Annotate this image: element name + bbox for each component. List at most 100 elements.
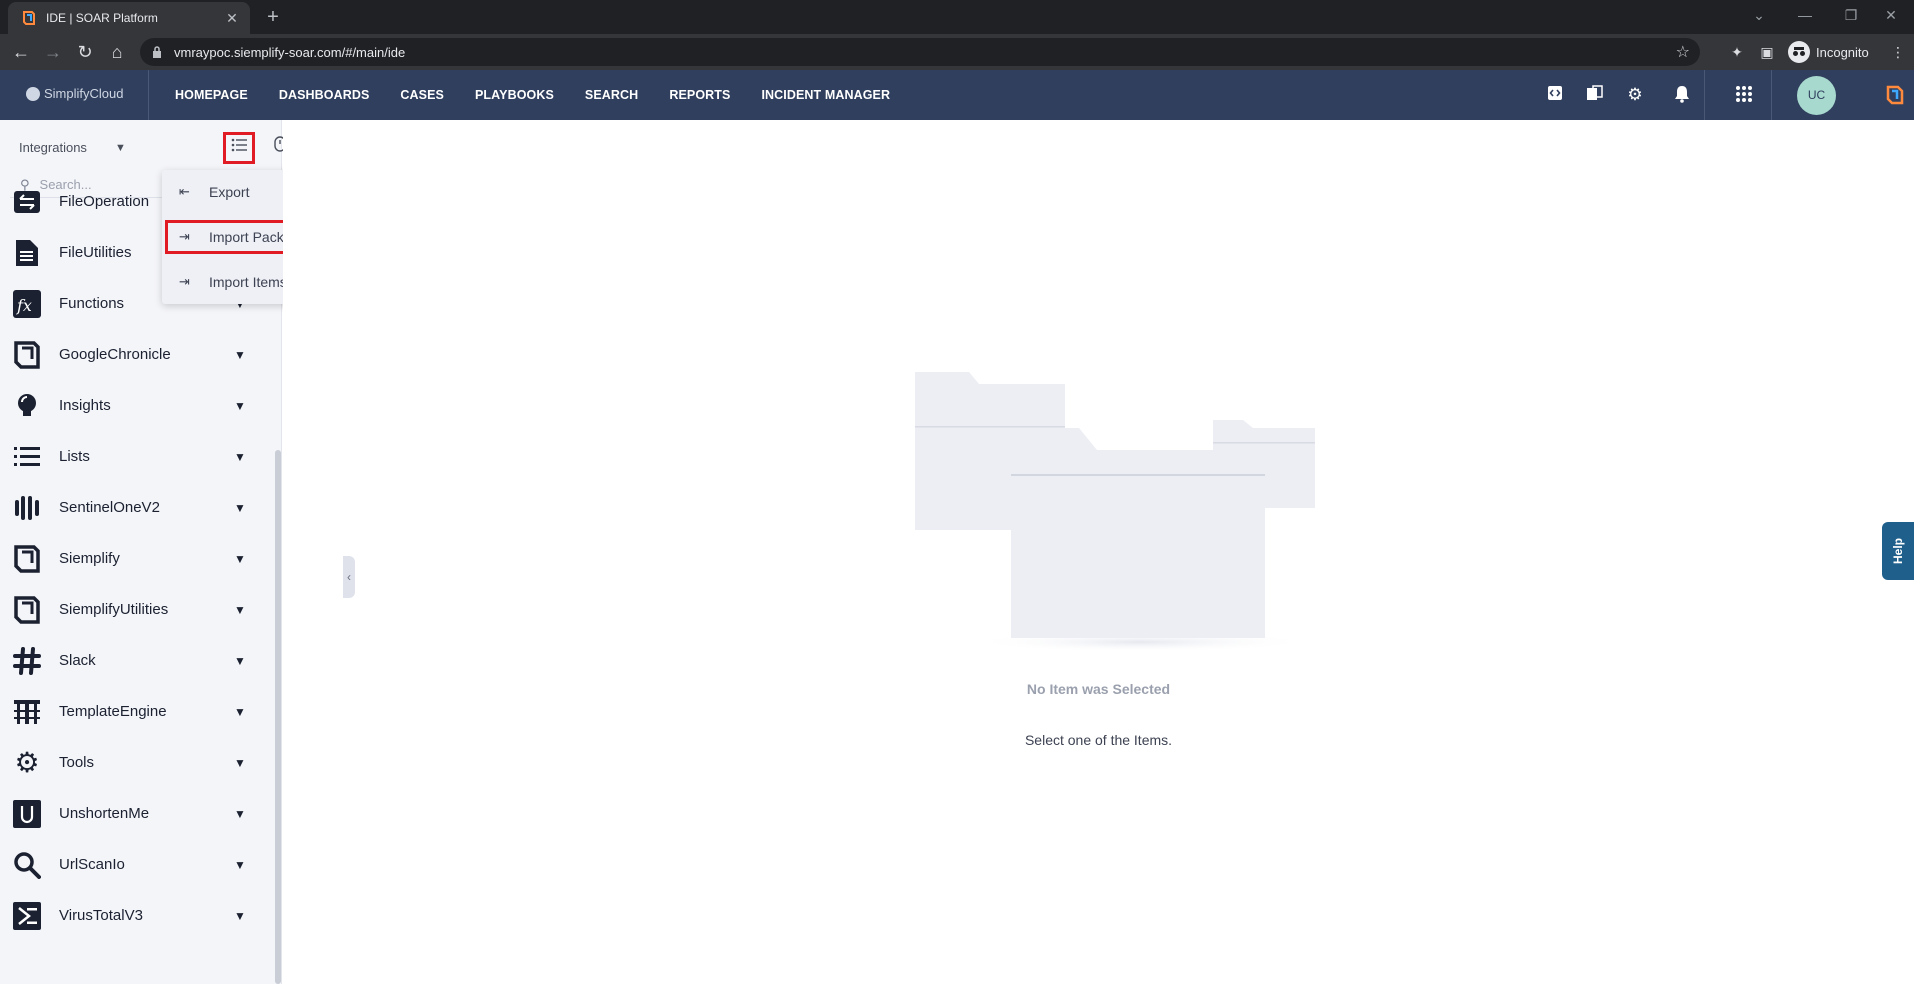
sidebar-item-label: Slack xyxy=(59,652,96,669)
chevron-down-icon[interactable]: ▼ xyxy=(225,909,255,923)
sidebar-item-label: Siemplify xyxy=(59,550,120,567)
template-icon xyxy=(12,697,42,727)
sidebar-item-virustotalv3[interactable]: VirusTotalV3 ▼ xyxy=(0,890,275,941)
url-text: vmraypoc.siemplify-soar.com/#/main/ide xyxy=(174,44,406,60)
siemplify-icon xyxy=(12,544,42,574)
sidebar-item-templateengine[interactable]: TemplateEngine ▼ xyxy=(0,686,275,737)
u-icon xyxy=(12,799,42,829)
chevron-down-icon[interactable]: ▼ xyxy=(225,399,255,413)
chevron-down-icon[interactable]: ▼ xyxy=(225,858,255,872)
new-tab-button[interactable]: + xyxy=(260,4,286,30)
sidebar-item-siemplify[interactable]: Siemplify ▼ xyxy=(0,533,275,584)
logo-text: SimplifyCloud xyxy=(44,86,124,101)
close-window-icon[interactable]: ✕ xyxy=(1868,0,1914,30)
settings-gear-icon[interactable]: ⚙ xyxy=(1624,85,1646,105)
reload-icon[interactable]: ↻ xyxy=(72,39,98,65)
sidebar-item-label: SiemplifyUtilities xyxy=(59,601,169,618)
minimize-icon[interactable]: — xyxy=(1782,0,1828,30)
help-label: Help xyxy=(1890,537,1905,565)
forward-icon[interactable]: → xyxy=(40,39,66,65)
nav-playbooks[interactable]: PLAYBOOKS xyxy=(475,88,554,102)
back-icon[interactable]: ← xyxy=(8,39,34,65)
nav-reports[interactable]: REPORTS xyxy=(669,88,730,102)
nav-cases[interactable]: CASES xyxy=(400,88,444,102)
notifications-bell-icon[interactable] xyxy=(1671,85,1693,105)
sidebar-item-sentinelonev2[interactable]: SentinelOneV2 ▼ xyxy=(0,482,275,533)
chronicle-icon xyxy=(12,340,42,370)
empty-state-subtitle: Select one of the Items. xyxy=(1024,732,1173,748)
list-icon xyxy=(12,442,42,472)
tab-close-icon[interactable]: ✕ xyxy=(224,10,240,27)
magnifier-icon xyxy=(12,850,42,880)
incognito-indicator[interactable]: Incognito xyxy=(1788,39,1869,65)
chevron-down-icon[interactable]: ▼ xyxy=(225,603,255,617)
sidebar-item-insights[interactable]: Insights ▼ xyxy=(0,380,275,431)
lightbulb-icon xyxy=(12,391,42,421)
svg-text:fx: fx xyxy=(16,296,32,315)
siemplify-favicon-icon xyxy=(23,11,35,25)
empty-folders-illustration xyxy=(915,372,1315,652)
collapse-sidebar-handle[interactable]: ‹ xyxy=(343,556,355,598)
user-avatar[interactable]: UC xyxy=(1797,76,1836,115)
chevron-down-icon[interactable]: ▼ xyxy=(225,705,255,719)
ide-code-icon[interactable] xyxy=(1544,85,1566,105)
extensions-puzzle-icon[interactable]: ✦ xyxy=(1727,42,1747,62)
nav-incident-manager[interactable]: INCIDENT MANAGER xyxy=(761,88,890,102)
sidebar-item-unshortenme[interactable]: UnshortenMe ▼ xyxy=(0,788,275,839)
siemplify-icon xyxy=(12,595,42,625)
list-menu-button[interactable] xyxy=(223,132,255,164)
browser-tab-bar: IDE | SOAR Platform ✕ + ⌄ — ❐ ✕ xyxy=(0,0,1914,34)
export-icon: ⇤ xyxy=(179,184,190,199)
app-logo[interactable]: SimplifyCloud xyxy=(26,86,123,101)
import-icon: ⇥ xyxy=(179,229,190,244)
sidebar-scrollbar[interactable] xyxy=(275,450,281,984)
nav-dashboards[interactable]: DASHBOARDS xyxy=(279,88,370,102)
sidebar-item-lists[interactable]: Lists ▼ xyxy=(0,431,275,482)
menu-item-label: Import Items xyxy=(209,274,287,290)
chevron-down-icon[interactable]: ▼ xyxy=(225,552,255,566)
tab-title: IDE | SOAR Platform xyxy=(46,11,158,25)
incognito-icon xyxy=(1788,41,1810,63)
brand-logo-icon xyxy=(1886,85,1904,105)
sidebar-item-urlscanio[interactable]: UrlScanIo ▼ xyxy=(0,839,275,890)
header-divider-right xyxy=(1704,70,1705,120)
browser-tab[interactable]: IDE | SOAR Platform ✕ xyxy=(8,2,250,34)
header-divider xyxy=(148,70,149,120)
nav-search[interactable]: SEARCH xyxy=(585,88,638,102)
url-field[interactable]: vmraypoc.siemplify-soar.com/#/main/ide ☆ xyxy=(140,38,1700,66)
chevron-down-icon[interactable]: ▼ xyxy=(225,348,255,362)
fx-icon: fx xyxy=(12,289,42,319)
chevron-down-icon[interactable]: ▼ xyxy=(225,501,255,515)
bookmark-star-icon[interactable]: ☆ xyxy=(1676,42,1690,62)
chevron-down-icon[interactable]: ▼ xyxy=(225,807,255,821)
app-header: SimplifyCloud HOMEPAGE DASHBOARDS CASES … xyxy=(0,70,1914,120)
help-tab[interactable]: Help xyxy=(1882,522,1914,580)
chevron-down-icon: ▼ xyxy=(114,141,126,154)
chevron-down-icon[interactable]: ▼ xyxy=(225,654,255,668)
sidebar-item-slack[interactable]: Slack ▼ xyxy=(0,635,275,686)
incognito-label: Incognito xyxy=(1816,44,1869,60)
home-icon[interactable]: ⌂ xyxy=(104,39,130,65)
sidebar-item-label: UrlScanIo xyxy=(59,856,125,873)
tab-search-chevron-icon[interactable]: ⌄ xyxy=(1736,0,1782,30)
sidebar-item-label: SentinelOneV2 xyxy=(59,499,160,516)
menu-item-label: Export xyxy=(209,184,250,200)
chevron-down-icon[interactable]: ▼ xyxy=(225,756,255,770)
sidebar-item-tools[interactable]: ⚙ Tools ▼ xyxy=(0,737,275,788)
empty-state-title: No Item was Selected xyxy=(1026,681,1171,697)
lock-icon xyxy=(153,46,161,58)
pages-icon[interactable] xyxy=(1584,85,1606,105)
browser-menu-icon[interactable]: ⋮ xyxy=(1888,42,1908,62)
side-panel-icon[interactable]: ▣ xyxy=(1757,42,1777,62)
sidebar-item-googlechronicle[interactable]: GoogleChronicle ▼ xyxy=(0,329,275,380)
sidebar-item-siemplifyutilities[interactable]: SiemplifyUtilities ▼ xyxy=(0,584,275,635)
sidebar-item-label: Lists xyxy=(59,448,90,465)
chevron-down-icon[interactable]: ▼ xyxy=(225,450,255,464)
selector-label: Integrations xyxy=(19,140,87,155)
document-icon xyxy=(12,238,42,268)
apps-grid-icon[interactable] xyxy=(1733,85,1755,105)
nav-homepage[interactable]: HOMEPAGE xyxy=(175,88,248,102)
sentinelone-icon xyxy=(12,493,42,523)
integrations-selector[interactable]: Integrations ▼ xyxy=(19,140,126,155)
address-bar-row: ← → ↻ ⌂ vmraypoc.siemplify-soar.com/#/ma… xyxy=(0,34,1914,70)
